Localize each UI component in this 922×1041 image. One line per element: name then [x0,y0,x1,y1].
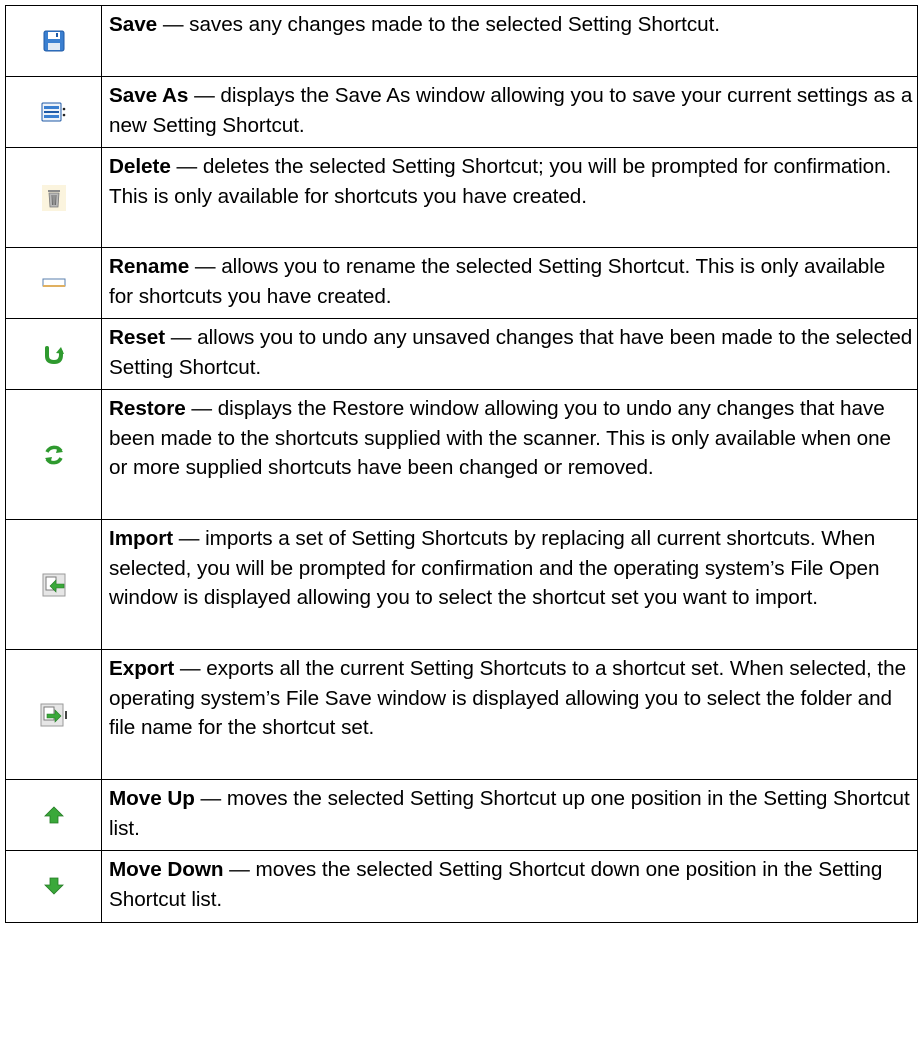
command-description: — moves the selected Setting Shortcut up… [109,787,910,840]
icon-cell [5,850,102,923]
import-icon [42,573,66,597]
icon-cell [5,147,102,248]
table-row: Save As — displays the Save As window al… [5,76,918,148]
description-cell: Save As — displays the Save As window al… [101,76,918,148]
description-cell: Delete — deletes the selected Setting Sh… [101,147,918,248]
description-cell: Move Down — moves the selected Setting S… [101,850,918,923]
command-description: — allows you to rename the selected Sett… [109,255,886,308]
icon-cell [5,649,102,780]
command-description: — displays the Save As window allowing y… [109,84,913,137]
description-cell: Move Up — moves the selected Setting Sho… [101,779,918,851]
table-row: Restore — displays the Restore window al… [5,389,918,520]
table-row: Import — imports a set of Setting Shortc… [5,519,918,650]
save-as-icon [41,101,67,123]
command-name: Save As [109,84,189,107]
export-icon [40,703,68,727]
table-row: Move Up — moves the selected Setting Sho… [5,779,918,851]
command-description: — exports all the current Setting Shortc… [109,657,907,740]
description-cell: Import — imports a set of Setting Shortc… [101,519,918,650]
icon-cell [5,247,102,319]
move-down-icon [43,877,64,895]
icon-cell [5,76,102,148]
command-description: — moves the selected Setting Shortcut do… [109,858,883,911]
description-cell: Export — exports all the current Setting… [101,649,918,780]
shortcut-commands-table: Save — saves any changes made to the sel… [5,5,918,923]
table-row: Move Down — moves the selected Setting S… [5,850,918,923]
table-row: Delete — deletes the selected Setting Sh… [5,147,918,248]
command-name: Export [109,657,175,680]
command-description: — allows you to undo any unsaved changes… [109,326,913,379]
description-cell: Reset — allows you to undo any unsaved c… [101,318,918,390]
command-description: — deletes the selected Setting Shortcut;… [109,155,892,208]
table-row: Save — saves any changes made to the sel… [5,5,918,77]
description-cell: Restore — displays the Restore window al… [101,389,918,520]
icon-cell [5,389,102,520]
command-description: — saves any changes made to the selected… [157,13,720,36]
command-name: Save [109,13,158,36]
command-name: Move Down [109,858,224,881]
save-icon [43,30,65,52]
table-row: Export — exports all the current Setting… [5,649,918,780]
command-name: Delete [109,155,171,178]
icon-cell [5,318,102,390]
restore-icon [42,443,66,467]
icon-cell [5,519,102,650]
description-cell: Rename — allows you to rename the select… [101,247,918,319]
command-name: Import [109,527,174,550]
command-name: Move Up [109,787,195,810]
table-row: Rename — allows you to rename the select… [5,247,918,319]
rename-icon [42,278,66,288]
command-name: Rename [109,255,190,278]
delete-icon [41,184,66,211]
icon-cell [5,779,102,851]
table-row: Reset — allows you to undo any unsaved c… [5,318,918,390]
description-cell: Save — saves any changes made to the sel… [101,5,918,77]
reset-icon [43,343,65,365]
icon-cell [5,5,102,77]
command-description: — imports a set of Setting Shortcuts by … [109,527,880,610]
move-up-icon [43,806,64,824]
command-description: — displays the Restore window allowing y… [109,397,891,480]
command-name: Restore [109,397,186,420]
command-name: Reset [109,326,166,349]
